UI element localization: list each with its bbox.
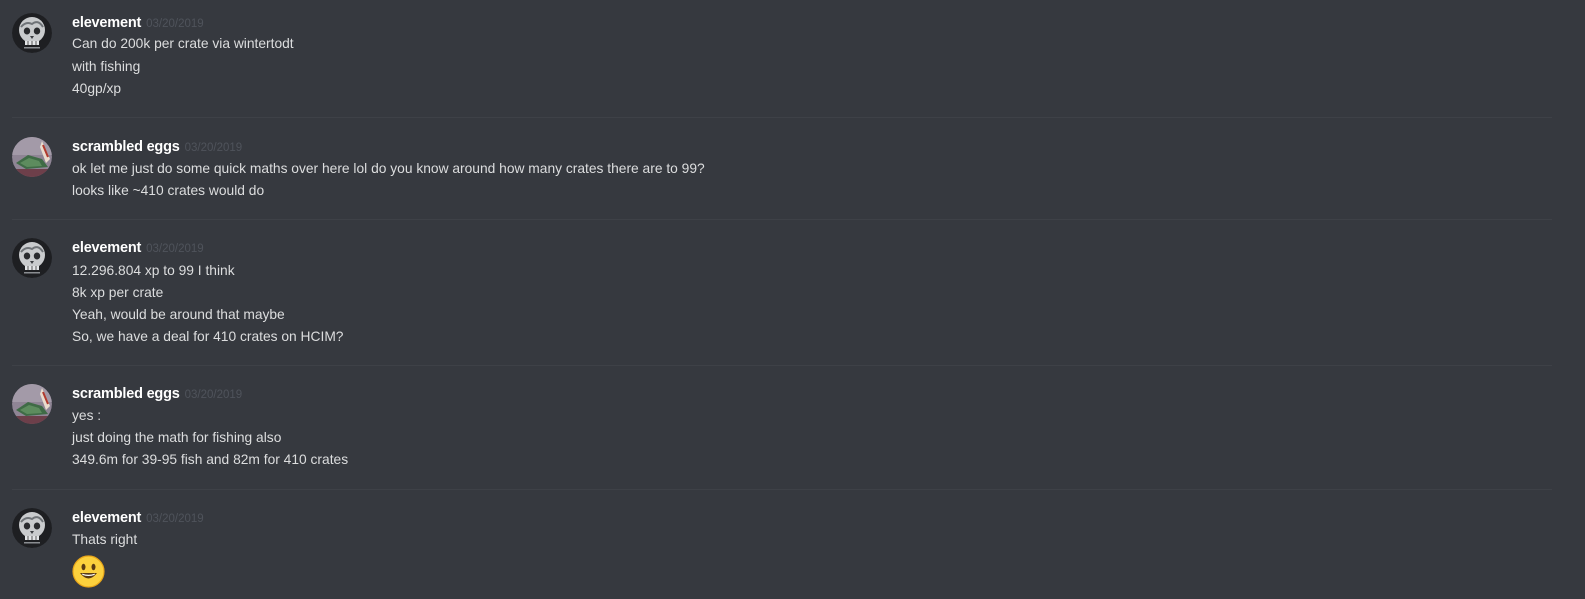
message-group: scrambled eggs 03/20/2019 ok let me just …	[0, 137, 1585, 207]
message-text: ok let me just do some quick maths over …	[72, 161, 705, 176]
message-header: elevement 03/20/2019	[72, 508, 204, 528]
username[interactable]: elevement	[72, 240, 141, 256]
landscape-avatar-icon[interactable]	[12, 384, 52, 424]
message-text: just doing the math for fishing also	[72, 430, 282, 445]
message-group: elevement 03/20/2019 Can do 200k per crat…	[0, 13, 1585, 103]
message-group: elevement 03/20/2019 Thats right	[0, 508, 1585, 599]
message-group: elevement 03/20/2019 12.296.804 xp to 99 …	[0, 238, 1585, 348]
timestamp: 03/20/2019	[146, 18, 204, 30]
username[interactable]: scrambled eggs	[72, 139, 180, 155]
message-header: elevement 03/20/2019	[72, 238, 204, 258]
username[interactable]: elevement	[72, 15, 141, 31]
message-header: scrambled eggs 03/20/2019	[72, 384, 242, 404]
message-divider	[12, 219, 1552, 220]
timestamp: 03/20/2019	[184, 389, 243, 401]
message-text: So, we have a deal for 410 crates on HCI…	[72, 329, 344, 344]
timestamp: 03/20/2019	[146, 243, 204, 255]
message-text: Thats right	[72, 532, 138, 547]
message-text: yes :	[72, 408, 102, 423]
message-text: Can do 200k per crate via wintertodt	[72, 36, 294, 51]
message-divider	[12, 489, 1552, 490]
username[interactable]: elevement	[72, 510, 141, 526]
message-text: 349.6m for 39-95 fish and 82m for 410 cr…	[72, 452, 349, 467]
username[interactable]: scrambled eggs	[72, 386, 180, 402]
message-header: elevement 03/20/2019	[72, 13, 204, 33]
message-text: Yeah, would be around that maybe	[72, 307, 285, 322]
message-divider	[12, 117, 1552, 118]
message-group: scrambled eggs 03/20/2019 yes : just doin…	[0, 384, 1585, 474]
timestamp: 03/20/2019	[184, 142, 243, 154]
timestamp: 03/20/2019	[146, 513, 204, 525]
message-divider	[12, 365, 1552, 366]
skull-globe-avatar-icon[interactable]	[12, 508, 52, 548]
message-text: with fishing	[72, 59, 141, 74]
message-header: scrambled eggs 03/20/2019	[72, 137, 242, 157]
skull-globe-avatar-icon[interactable]	[12, 238, 52, 278]
message-text: 40gp/xp	[72, 81, 122, 96]
message-text: looks like ~410 crates would do	[72, 183, 265, 198]
message-text: 12.296.804 xp to 99 I think	[72, 263, 235, 278]
skull-globe-avatar-icon[interactable]	[12, 13, 52, 53]
landscape-avatar-icon[interactable]	[12, 137, 52, 177]
message-text: 8k xp per crate	[72, 285, 164, 300]
smiley-emoji-icon[interactable]	[72, 555, 105, 588]
chat-message-list: elevement 03/20/2019 Can do 200k per crat…	[0, 0, 1585, 599]
